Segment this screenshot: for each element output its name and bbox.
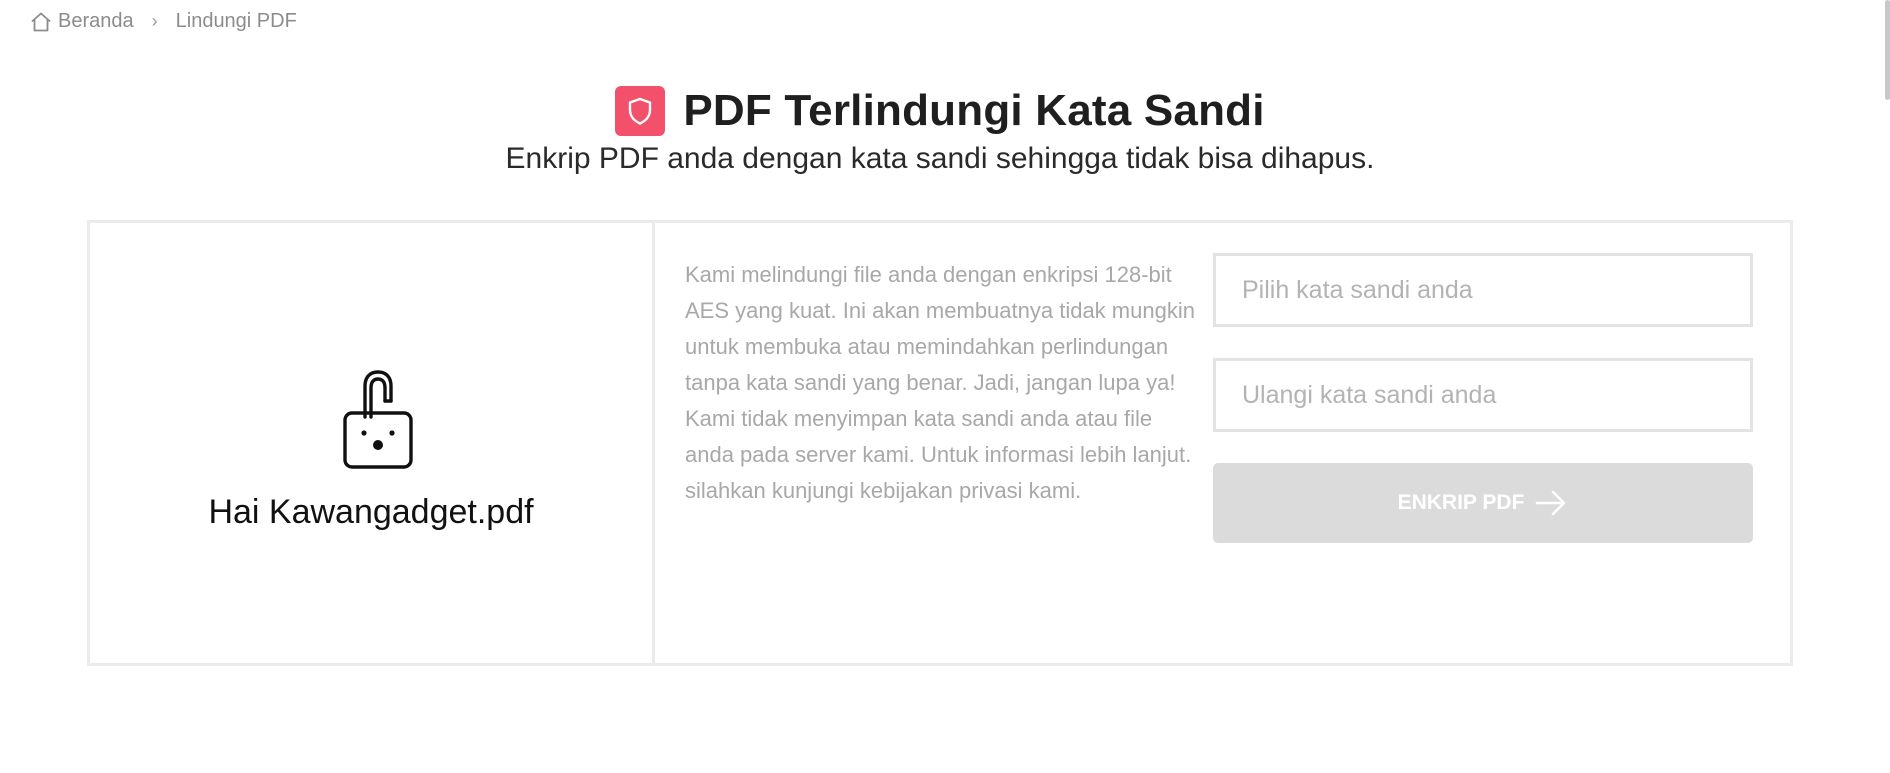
encrypt-button-label: ENKRIP PDF bbox=[1397, 491, 1525, 514]
arrow-right-icon bbox=[1534, 488, 1568, 518]
protect-card: Hai Kawangadget.pdf Kami melindungi file… bbox=[87, 220, 1793, 666]
page-subtitle: Enkrip PDF anda dengan kata sandi sehing… bbox=[505, 142, 1375, 175]
password-input[interactable] bbox=[1216, 256, 1750, 324]
shield-icon bbox=[615, 86, 666, 136]
breadcrumb-separator: › bbox=[151, 11, 158, 31]
info-paragraph: Kami tidak menyimpan kata sandi anda ata… bbox=[685, 406, 1192, 503]
breadcrumb: Beranda › Lindungi PDF bbox=[30, 10, 297, 33]
page-title: PDF Terlindungi Kata Sandi bbox=[683, 86, 1265, 135]
breadcrumb-home-link[interactable]: Beranda bbox=[58, 10, 134, 33]
encrypt-pdf-button[interactable]: ENKRIP PDF bbox=[1213, 463, 1753, 543]
breadcrumb-current: Lindungi PDF bbox=[175, 10, 297, 32]
file-panel: Hai Kawangadget.pdf bbox=[90, 223, 655, 663]
scrollbar[interactable] bbox=[1885, 0, 1890, 100]
settings-panel: Kami melindungi file anda dengan enkrips… bbox=[655, 223, 1790, 663]
encryption-info: Kami melindungi file anda dengan enkrips… bbox=[685, 257, 1205, 509]
unlocked-padlock-icon bbox=[338, 361, 418, 473]
repeat-password-input[interactable] bbox=[1216, 361, 1750, 429]
page: Beranda › Lindungi PDF PDF Terlindungi K… bbox=[0, 0, 1890, 773]
password-field bbox=[1213, 253, 1753, 327]
home-icon[interactable] bbox=[30, 11, 52, 33]
repeat-password-field bbox=[1213, 358, 1753, 432]
file-name: Hai Kawangadget.pdf bbox=[208, 493, 534, 531]
info-paragraph: Kami melindungi file anda dengan enkrips… bbox=[685, 262, 1195, 395]
page-header: PDF Terlindungi Kata Sandi bbox=[0, 86, 1880, 136]
